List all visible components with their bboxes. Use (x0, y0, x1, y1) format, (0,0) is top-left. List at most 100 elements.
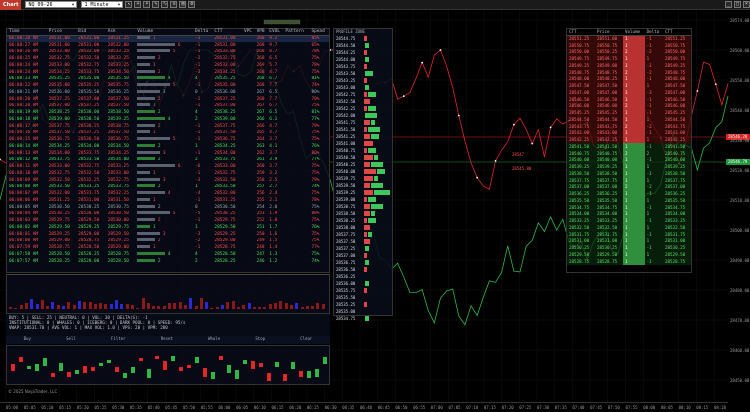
minimize-icon[interactable]: _ (725, 1, 732, 8)
ladder-row[interactable]: 28535.25 (334, 301, 392, 308)
ladder-row[interactable]: 28538.50 (334, 210, 392, 217)
ladder-row[interactable]: 28543.25 (334, 77, 392, 84)
table-row[interactable]: 06:07:59 AM 28528.75 28528.50 28529.00 1 -1 2… (7, 244, 329, 251)
ladder-row[interactable]: 28535.50 (334, 294, 392, 301)
interval-selector[interactable]: 1 Minute ▾ (81, 1, 124, 8)
filter-button[interactable]: Filter (111, 336, 125, 344)
whale-button[interactable]: Whale (208, 336, 220, 344)
dom-row[interactable]: 28537.00 28537.00 2 -2 28537.00 (567, 183, 691, 191)
buy-button[interactable]: Buy (24, 336, 31, 344)
dom-row[interactable]: 28537.75 28537.75 1 1 28537.75 (567, 176, 691, 184)
ladder-row[interactable]: 28543.00 (334, 84, 392, 91)
table-row[interactable]: 06:08:20 AM 28537.25 28537.00 28537.50 2 -1 2… (7, 96, 329, 103)
table-row[interactable]: 06:08:25 AM 28532.75 28532.50 28533.25 2 -2 2… (7, 55, 329, 62)
cursor-icon[interactable]: ↖ (125, 1, 133, 8)
table-row[interactable]: 06:08:05 AM 28530.50 28530.25 28530.75 2 0 28… (7, 204, 329, 211)
ladder-row[interactable]: 28542.00 (334, 112, 392, 119)
table-row[interactable]: 06:07:57 AM 28528.25 28528.00 28528.50 2 2 28… (7, 258, 329, 265)
dom-row[interactable]: 28549.75 28549.75 1 1 28549.75 (567, 55, 691, 62)
dom-row[interactable]: 28533.25 28533.25 1 -1 28533.25 (567, 217, 691, 224)
price-axis[interactable]: 28574.00 28560.00 28550.00 28540.00 28530.00… (728, 10, 750, 402)
ladder-row[interactable]: 28540.25 (334, 161, 392, 168)
ladder-row[interactable]: 28539.50 (334, 182, 392, 189)
ladder-row[interactable]: 28536.75 (334, 259, 392, 266)
ladder-row[interactable]: 28541.50 (334, 126, 392, 133)
table-row[interactable]: 06:08:13 AM 28534.00 28533.75 28534.25 3 -1 2… (7, 150, 329, 157)
ladder-row[interactable]: 28543.50 (334, 70, 392, 77)
table-row[interactable]: 06:08:14 AM 28534.25 28534.00 28534.50 2 1 28… (7, 143, 329, 150)
ladder-row[interactable]: 28544.25 (334, 49, 392, 56)
dom-row[interactable]: 28529.50 28529.50 1 1 28529.50 (567, 251, 691, 258)
ladder-row[interactable]: 28542.50 (334, 98, 392, 105)
ladder-row[interactable]: 28540.00 (334, 168, 392, 175)
ladder-row[interactable]: 28536.25 (334, 273, 392, 280)
table-row[interactable]: 06:08:07 AM 28532.00 28531.75 28532.25 4 -4 2… (7, 190, 329, 197)
table-row[interactable]: 06:08:04 AM 28530.25 28530.00 28530.50 5 -5 2… (7, 211, 329, 218)
ladder-row[interactable]: 28537.25 (334, 245, 392, 252)
ladder-row[interactable]: 28540.50 (334, 154, 392, 161)
table-row[interactable]: 06:08:18 AM 28539.00 28538.50 28539.25 4 2 28… (7, 116, 329, 123)
strategy-icon[interactable]: ≡ (170, 1, 178, 8)
dom-row[interactable]: 28550.75 28550.75 1 -1 28550.75 (567, 41, 691, 49)
dom-row[interactable]: 28538.50 28538.50 1 -1 28538.50 (567, 170, 691, 177)
dom-row[interactable]: 28528.75 28528.75 1 -1 28528.75 (567, 257, 691, 265)
table-row[interactable]: 06:07:58 AM 28528.50 28528.25 28528.75 4 4 28… (7, 251, 329, 258)
sell-button[interactable]: Sell (66, 336, 76, 344)
table-row[interactable]: 06:08:10 AM 28532.75 28532.50 28533.00 1 -1 2… (7, 170, 329, 177)
dom-row[interactable]: 28531.75 28531.75 1 -1 28531.75 (567, 230, 691, 238)
ladder-row[interactable]: 28537.75 (334, 231, 392, 238)
ladder-row[interactable]: 28538.00 (334, 224, 392, 231)
table-row[interactable]: 06:08:08 AM 28533.50 28533.25 28533.75 2 1 28… (7, 184, 329, 191)
table-row[interactable]: 06:08:06 AM 28531.25 28531.00 28531.50 1 -1 2… (7, 197, 329, 204)
dom-row[interactable]: 28540.00 28540.00 1 -1 28540.00 (567, 156, 691, 164)
dom-row[interactable]: 28536.25 28536.25 1 -1 28536.25 (567, 190, 691, 197)
dom-row[interactable]: 28532.50 28532.50 1 1 28532.50 (567, 224, 691, 231)
ladder-row[interactable]: 28537.50 (334, 238, 392, 245)
dom-row[interactable]: 28548.00 28548.25 1 -1 28548.00 (567, 75, 691, 83)
dom-row[interactable]: 28546.00 28546.00 2 -1 28546.00 (567, 102, 691, 110)
maximize-icon[interactable]: □ (734, 1, 741, 8)
ladder-row[interactable]: 28538.75 (334, 203, 392, 210)
dom-row[interactable]: 28534.75 28534.75 1 -1 28534.75 (567, 203, 691, 211)
pencil-icon[interactable]: ✎ (152, 1, 160, 8)
ladder-row[interactable]: 28535.75 (334, 287, 392, 294)
dom-row[interactable]: 28550.00 28550.25 2 -2 28550.00 (567, 48, 691, 56)
ladder-row[interactable]: 28544.50 (334, 42, 392, 49)
table-row[interactable]: 06:08:17 AM 28537.75 28538.25 28538.75 2 -1 2… (7, 123, 329, 130)
ladder-row[interactable]: 28535.00 (334, 308, 392, 315)
dom-row[interactable]: 28546.50 28546.50 1 -1 28546.50 (567, 95, 691, 103)
table-row[interactable]: 06:08:20 AM 28537.00 28537.25 28537.50 1 -1 2… (7, 103, 329, 110)
dom-row[interactable]: 28534.00 28534.00 1 1 28534.00 (567, 210, 691, 218)
ladder-row[interactable]: 28544.00 (334, 56, 392, 63)
table-row[interactable]: 06:08:09 AM 28532.50 28532.25 28532.75 3 -3 2… (7, 177, 329, 184)
dom-row[interactable]: 28547.00 28547.00 3 -3 28547.00 (567, 89, 691, 96)
ladder-row[interactable]: 28537.00 (334, 252, 392, 259)
ladder-row[interactable]: 28536.00 (334, 280, 392, 287)
table-row[interactable]: 06:08:15 AM 28536.75 28536.50 28536.75 5 -1 2… (7, 136, 329, 143)
table-row[interactable]: 06:08:02 AM 28529.50 28529.25 28529.75 1 1 28… (7, 224, 329, 231)
table-row[interactable]: 06:08:27 AM 28531.00 28531.00 28532.00 6 -1 2… (7, 42, 329, 49)
table-row[interactable]: 06:08:03 AM 28529.75 28529.50 28530.00 2 -1 2… (7, 217, 329, 224)
dom-row[interactable]: 28548.75 28548.75 2 -2 28548.75 (567, 68, 691, 76)
dom-row[interactable]: 28544.50 28544.50 1 1 28544.50 (567, 116, 691, 123)
table-row[interactable]: 06:08:26 AM 28533.00 28532.00 28533.25 5 -1 2… (7, 49, 329, 56)
table-row[interactable]: 06:08:19 AM 28538.25 28538.00 28538.50 2 4 28… (7, 109, 329, 116)
table-row[interactable]: 06:08:28 AM 28531.00 28531.00 28531.25 1 -1 2… (7, 35, 329, 42)
dom-row[interactable]: 28541.50 28541.50 1 -1 28541.50 (567, 143, 691, 150)
ladder-row[interactable]: 28538.25 (334, 217, 392, 224)
instrument-selector[interactable]: NQ 09-26 ▾ (25, 1, 78, 8)
indicator-icon[interactable]: ∿ (161, 1, 169, 8)
dom-row[interactable]: 28535.50 28535.50 1 1 28535.50 (567, 197, 691, 204)
ladder-row[interactable]: 28540.75 (334, 147, 392, 154)
dom-row[interactable]: 28539.25 28539.25 1 1 28539.25 (567, 163, 691, 170)
dom-row[interactable]: 28547.50 28547.50 1 1 28547.50 (567, 82, 691, 89)
zoom-icon[interactable]: ⌕ (143, 1, 151, 8)
time-axis[interactable]: 05:00 05:05 05:10 05:15 05:20 05:25 05:30 05:35… (0, 402, 728, 412)
ladder-row[interactable]: 28541.00 (334, 140, 392, 147)
table-row[interactable]: 06:08:00 AM 28529.00 28528.75 28529.25 2 -2 2… (7, 238, 329, 245)
table-row[interactable]: 06:08:24 AM 28533.00 28532.75 28533.25 1 -1 2… (7, 62, 329, 69)
ladder-row[interactable]: 28542.25 (334, 105, 392, 112)
ladder-row[interactable]: 28539.00 (334, 196, 392, 203)
clear-button[interactable]: Clear (300, 336, 312, 344)
dom-row[interactable]: 28530.25 28530.25 1 -1 28530.25 (567, 244, 691, 251)
